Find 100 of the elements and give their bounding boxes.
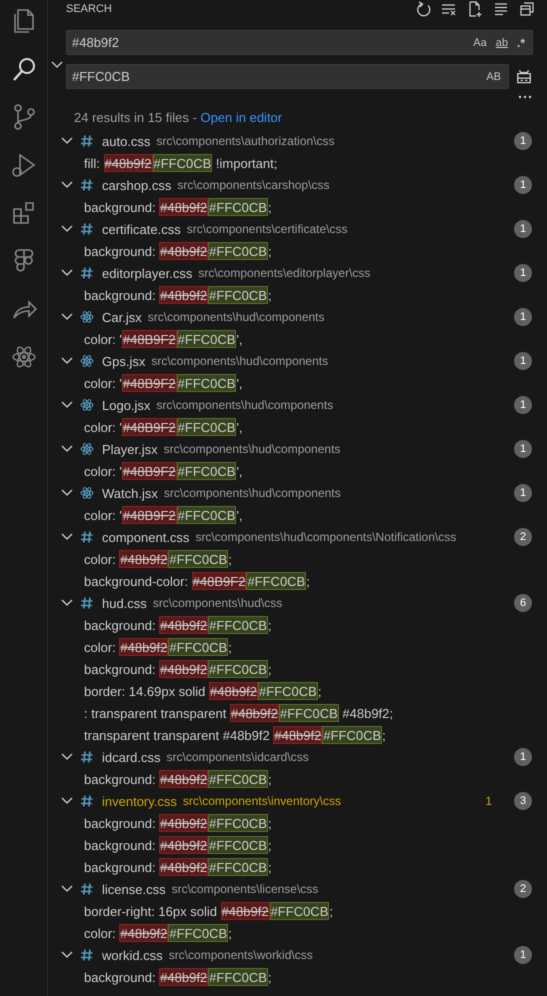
file-name[interactable]: auto.css <box>102 134 150 148</box>
match-line[interactable]: : transparent transparent #48b9f2#FFC0CB #48b9f2; <box>84 702 393 724</box>
more-icon[interactable] <box>517 94 533 100</box>
toggle[interactable]: .* <box>514 34 528 50</box>
hash-icon <box>80 794 94 808</box>
match-count-badge: 1 <box>514 264 532 282</box>
results-summary: 24 results in 15 files - <box>74 110 198 125</box>
replace-all-icon[interactable] <box>515 68 533 86</box>
atom-icon <box>80 354 94 368</box>
hash-icon <box>80 178 94 192</box>
file-path: src\components\carshop\css <box>177 178 330 192</box>
match-line[interactable]: background: #48b9f2#FFC0CB; <box>84 284 272 306</box>
match-count-badge: 1 <box>514 176 532 194</box>
file-path: src\components\inventory\css <box>182 794 342 808</box>
match-count-badge: 3 <box>514 792 532 810</box>
match-count-badge: 1 <box>514 352 532 370</box>
file-name[interactable]: idcard.css <box>102 750 161 764</box>
file-name[interactable]: Watch.jsx <box>102 486 158 500</box>
match-line[interactable]: fill: #48b9f2#FFC0CB !important; <box>84 152 278 174</box>
file-name[interactable]: inventory.css <box>102 794 177 808</box>
match-count-badge: 6 <box>514 594 532 612</box>
file-path: src\components\hud\components <box>156 398 334 412</box>
match-count-badge: 1 <box>514 946 532 964</box>
refresh-icon[interactable] <box>415 0 431 16</box>
file-name[interactable]: Gps.jsx <box>102 354 146 368</box>
toggle[interactable]: ab <box>492 36 511 50</box>
toggle[interactable]: AB <box>483 70 504 84</box>
match-line[interactable]: color: '#48B9F2#FFC0CB', <box>84 328 243 350</box>
match-line[interactable]: color: #48b9f2#FFC0CB; <box>84 548 232 570</box>
match-line[interactable]: color: '#48B9F2#FFC0CB', <box>84 460 243 482</box>
file-name[interactable]: hud.css <box>102 596 147 610</box>
match-line[interactable]: color: #48b9f2#FFC0CB; <box>84 636 232 658</box>
file-path: src\components\certificate\css <box>186 222 348 236</box>
file-path: src\components\hud\components <box>164 486 342 500</box>
match-line[interactable]: background: #48b9f2#FFC0CB; <box>84 768 272 790</box>
match-line[interactable]: border-right: 16px solid #48b9f2#FFC0CB; <box>84 900 333 922</box>
match-line[interactable]: background: #48b9f2#FFC0CB; <box>84 240 272 262</box>
match-line[interactable]: background: #48b9f2#FFC0CB; <box>84 966 272 988</box>
atom-icon <box>80 310 94 324</box>
match-count-badge: 1 <box>514 308 532 326</box>
match-line[interactable]: color: '#48B9F2#FFC0CB', <box>84 504 243 526</box>
file-path: src\components\hud\css <box>152 596 284 610</box>
match-count-badge: 1 <box>514 132 532 150</box>
collapse-list-icon[interactable] <box>493 0 509 16</box>
hash-icon <box>80 530 94 544</box>
file-path: src\components\hud\components <box>148 310 326 324</box>
file-path: src\components\hud\components\Notification\css <box>195 530 458 544</box>
file-path: src\components\license\css <box>172 882 320 896</box>
hash-icon <box>80 882 94 896</box>
match-count-badge: 1 <box>514 484 532 502</box>
match-line[interactable]: background: #48b9f2#FFC0CB; <box>84 658 272 680</box>
replace-field[interactable]: #FFC0CB AB <box>66 64 509 89</box>
atom-icon <box>80 486 94 500</box>
hash-icon <box>80 948 94 962</box>
hash-icon <box>80 266 94 280</box>
problem-count: 1 <box>485 794 492 808</box>
file-name[interactable]: editorplayer.css <box>102 266 192 280</box>
file-name[interactable]: Player.jsx <box>102 442 158 456</box>
match-line[interactable]: background-color: #48B9F2#FFC0CB; <box>84 570 310 592</box>
file-path: src\components\hud\components <box>164 442 342 456</box>
new-file-icon[interactable] <box>467 0 483 16</box>
hash-icon <box>80 134 94 148</box>
match-line[interactable]: background: #48b9f2#FFC0CB; <box>84 856 272 878</box>
file-path: src\components\editorplayer\css <box>198 266 372 280</box>
match-line[interactable]: color: '#48B9F2#FFC0CB', <box>84 372 243 394</box>
hash-icon <box>80 750 94 764</box>
match-line[interactable]: background: #48b9f2#FFC0CB; <box>84 834 272 856</box>
hash-icon <box>80 222 94 236</box>
match-count-badge: 2 <box>514 880 532 898</box>
hash-icon <box>80 596 94 610</box>
match-line[interactable]: background: #48b9f2#FFC0CB; <box>84 812 272 834</box>
toggle[interactable]: Aa <box>470 36 490 50</box>
file-name[interactable]: component.css <box>102 530 190 544</box>
file-name[interactable]: workid.css <box>102 948 163 962</box>
open-in-editor-link[interactable]: Open in editor <box>200 110 282 125</box>
atom-icon <box>80 442 94 456</box>
file-name[interactable]: carshop.css <box>102 178 172 192</box>
file-name[interactable]: license.css <box>102 882 166 896</box>
file-path: src\components\idcard\css <box>166 750 310 764</box>
match-count-badge: 1 <box>514 440 532 458</box>
search-field[interactable]: #48b9f2 Aa ab .* <box>66 30 533 55</box>
file-path: src\components\authorization\css <box>156 134 336 148</box>
file-name[interactable]: Car.jsx <box>102 310 142 324</box>
file-path: src\components\hud\components <box>151 354 330 368</box>
match-line[interactable]: background: #48b9f2#FFC0CB; <box>84 614 272 636</box>
match-line[interactable]: color: #48b9f2#FFC0CB; <box>84 922 232 944</box>
match-count-badge: 2 <box>514 528 532 546</box>
match-line[interactable]: border: 14.69px solid #48b9f2#FFC0CB; <box>84 680 322 702</box>
match-line[interactable]: transparent transparent #48b9f2 #48b9f2#FFC0CB; <box>84 724 386 746</box>
match-count-badge: 1 <box>514 220 532 238</box>
stacked-windows-icon[interactable] <box>519 0 535 16</box>
panel-title: SEARCH <box>66 2 113 14</box>
match-line[interactable]: color: '#48B9F2#FFC0CB', <box>84 416 243 438</box>
match-line[interactable]: background: #48b9f2#FFC0CB; <box>84 196 272 218</box>
file-path: src\components\workid\css <box>168 948 314 962</box>
atom-icon <box>80 398 94 412</box>
file-name[interactable]: certificate.css <box>102 222 181 236</box>
match-count-badge: 1 <box>514 396 532 414</box>
file-name[interactable]: Logo.jsx <box>102 398 150 412</box>
match-count-badge: 1 <box>514 748 532 766</box>
